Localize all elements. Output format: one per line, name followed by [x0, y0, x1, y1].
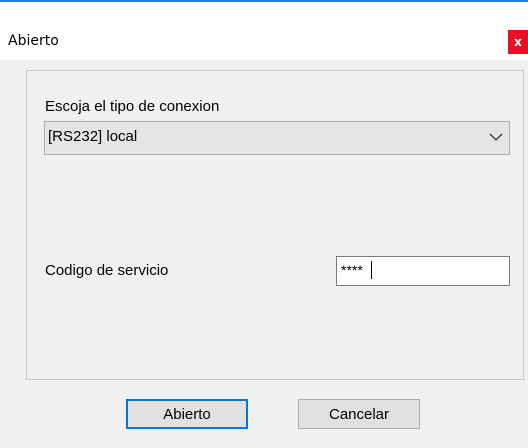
dialog-window: Abierto x Escoja el tipo de conexion [RS… — [0, 0, 528, 448]
connection-type-select[interactable]: [RS232] local — [44, 121, 510, 155]
text-caret — [371, 261, 372, 279]
service-code-input[interactable]: **** — [336, 256, 510, 286]
close-icon: x — [514, 35, 522, 49]
connection-type-selected-value: [RS232] local — [48, 128, 138, 145]
cancel-button[interactable]: Cancelar — [298, 399, 420, 429]
title-bar[interactable]: Abierto x — [0, 2, 528, 60]
close-button[interactable]: x — [508, 30, 528, 54]
service-code-value: **** — [341, 262, 363, 278]
service-code-label: Codigo de servicio — [45, 262, 169, 279]
chevron-down-icon — [489, 133, 503, 141]
ok-button[interactable]: Abierto — [126, 399, 248, 429]
connection-type-label: Escoja el tipo de conexion — [45, 98, 220, 115]
window-title: Abierto — [8, 33, 59, 49]
connection-group-panel — [26, 70, 524, 380]
